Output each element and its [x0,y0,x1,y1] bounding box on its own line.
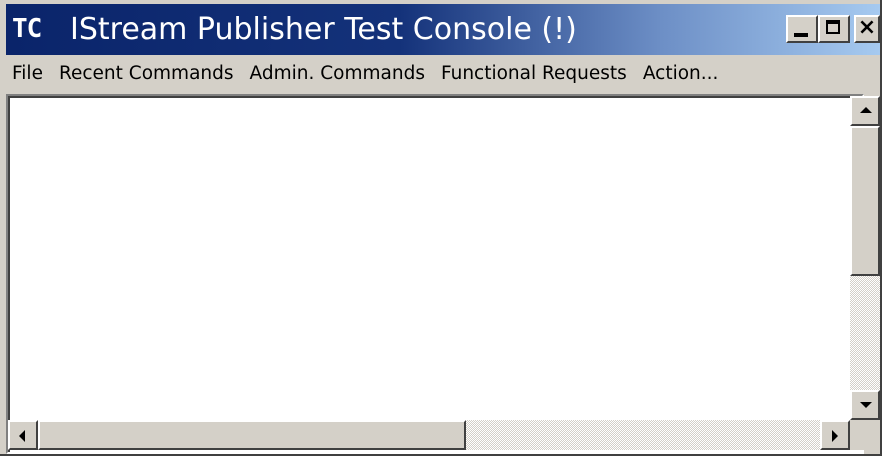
window-title: IStream Publisher Test Console (!) [70,12,577,47]
vertical-scroll-thumb[interactable] [850,126,880,276]
arrow-left-icon [19,430,25,442]
scroll-left-button[interactable] [8,420,38,450]
menu-bar: File Recent Commands Admin. Commands Fun… [6,56,880,92]
console-output-text[interactable] [10,98,824,420]
menu-file[interactable]: File [6,56,51,92]
menu-recent-commands[interactable]: Recent Commands [51,56,242,92]
console-output-frame [6,94,864,454]
scroll-right-button[interactable] [820,420,850,450]
maximize-icon [826,20,840,34]
menu-action[interactable]: Action... [635,56,727,92]
horizontal-scrollbar[interactable] [8,420,850,450]
scroll-up-button[interactable] [850,96,880,126]
close-icon: × [857,15,877,40]
minimize-button[interactable] [786,15,818,43]
arrow-down-icon [860,402,872,408]
console-output-area [8,96,862,452]
horizontal-scroll-thumb[interactable] [38,420,466,450]
menu-admin-commands[interactable]: Admin. Commands [242,56,433,92]
console-window: TC IStream Publisher Test Console (!) × … [0,0,882,456]
title-bar[interactable]: TC IStream Publisher Test Console (!) × [6,4,880,55]
vertical-scrollbar[interactable] [850,96,880,420]
arrow-right-icon [832,430,838,442]
close-button[interactable]: × [854,15,880,43]
scrollbar-corner [850,420,880,450]
arrow-up-icon [860,107,872,113]
maximize-button[interactable] [818,15,850,43]
menu-functional-requests[interactable]: Functional Requests [433,56,635,92]
scroll-down-button[interactable] [850,390,880,420]
minimize-icon [794,33,808,37]
app-icon: TC [12,14,42,44]
